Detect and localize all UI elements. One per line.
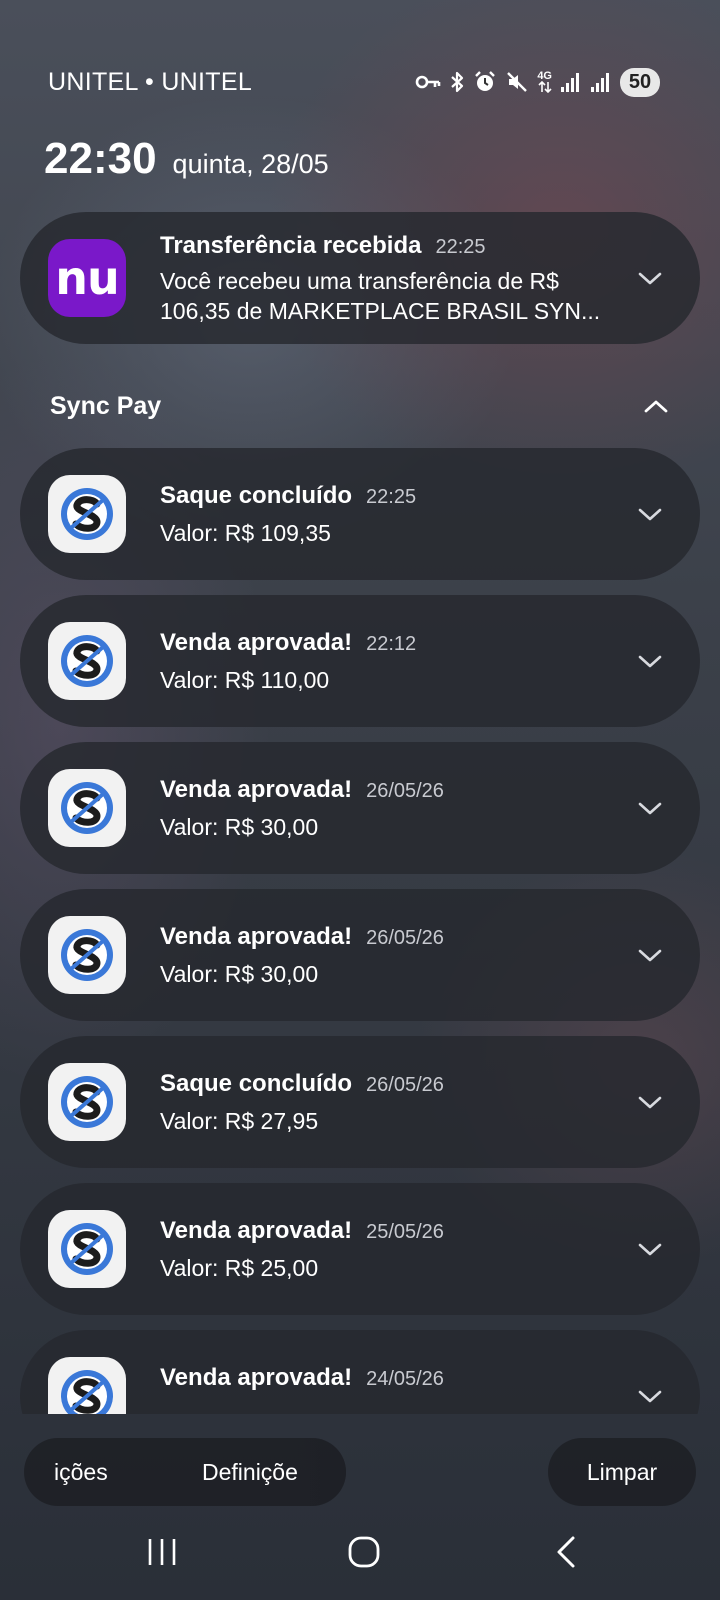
notification-title: Venda aprovada! bbox=[160, 629, 353, 656]
clock-date: quinta, 28/05 bbox=[172, 149, 329, 179]
notification-sync-pay[interactable]: Venda aprovada! 24/05/26 bbox=[20, 1330, 700, 1414]
navigation-bar bbox=[0, 1532, 720, 1572]
lockscreen-clock: 22:30 quinta, 28/05 bbox=[44, 134, 329, 184]
notification-time: 22:25 bbox=[435, 236, 486, 258]
clear-button[interactable]: Limpar bbox=[548, 1438, 696, 1506]
settings-button[interactable]: Definiçõe bbox=[202, 1459, 298, 1486]
notification-sync-pay[interactable]: Venda aprovada! 26/05/26 Valor: R$ 30,00 bbox=[20, 742, 700, 874]
notification-time: 22:25 bbox=[366, 486, 417, 508]
notification-body: Valor: R$ 30,00 bbox=[160, 814, 319, 840]
bottom-actions: ições Definiçõe Limpar bbox=[24, 1438, 696, 1506]
alarm-icon bbox=[473, 70, 497, 94]
settings-pill: ições Definiçõe bbox=[24, 1438, 346, 1506]
group-title: Sync Pay bbox=[50, 392, 162, 420]
back-icon bbox=[557, 1536, 575, 1568]
notification-sync-pay[interactable]: Saque concluído 22:25 Valor: R$ 109,35 bbox=[20, 448, 700, 580]
notification-time: 22:12 bbox=[366, 633, 417, 655]
notification-title: Venda aprovada! bbox=[160, 1217, 353, 1244]
notification-body: Valor: R$ 109,35 bbox=[160, 520, 331, 546]
sync-pay-logo-icon bbox=[61, 1370, 113, 1414]
notification-title: Transferência recebida bbox=[160, 232, 422, 259]
notification-sync-pay[interactable]: Saque concluído 26/05/26 Valor: R$ 27,95 bbox=[20, 1036, 700, 1168]
notification-title: Venda aprovada! bbox=[160, 776, 353, 803]
network-type-icon: 4G bbox=[537, 71, 552, 93]
sync-pay-app-icon bbox=[48, 1210, 126, 1288]
notification-sync-pay[interactable]: Venda aprovada! 22:12 Valor: R$ 110,00 bbox=[20, 595, 700, 727]
sync-pay-logo-icon bbox=[61, 1076, 113, 1128]
signal-icon-2 bbox=[590, 71, 612, 93]
notification-nubank[interactable]: nu Transferência recebida 22:25 Você rec… bbox=[20, 212, 700, 344]
notification-body: Valor: R$ 27,95 bbox=[160, 1108, 319, 1134]
sync-pay-logo-icon bbox=[61, 782, 113, 834]
sync-pay-logo-icon bbox=[61, 1223, 113, 1275]
fade-overlay bbox=[296, 1438, 346, 1506]
notification-title: Venda aprovada! bbox=[160, 923, 353, 950]
sync-pay-logo-icon bbox=[61, 929, 113, 981]
notification-body: Valor: R$ 30,00 bbox=[160, 961, 319, 987]
notification-body-line: 106,35 de MARKETPLACE BRASIL SYN... bbox=[160, 298, 601, 324]
sync-pay-app-icon bbox=[48, 916, 126, 994]
sync-pay-app-icon bbox=[48, 1063, 126, 1141]
notification-body: Valor: R$ 110,00 bbox=[160, 667, 330, 693]
recent-apps-button[interactable] bbox=[132, 1532, 192, 1572]
notification-group-header[interactable]: Sync Pay bbox=[50, 392, 670, 421]
notification-title: Saque concluído bbox=[160, 1070, 353, 1097]
notification-time: 26/05/26 bbox=[366, 1074, 444, 1096]
sync-pay-logo-icon bbox=[61, 635, 113, 687]
chevron-down-icon[interactable] bbox=[636, 1384, 664, 1408]
notification-time: 25/05/26 bbox=[366, 1221, 444, 1243]
back-button[interactable] bbox=[536, 1532, 596, 1572]
sync-pay-logo-icon bbox=[61, 488, 113, 540]
notification-time: 24/05/26 bbox=[366, 1368, 444, 1390]
home-button[interactable] bbox=[334, 1532, 394, 1572]
chevron-down-icon[interactable] bbox=[636, 796, 664, 820]
notification-sync-pay[interactable]: Venda aprovada! 26/05/26 Valor: R$ 30,00 bbox=[20, 889, 700, 1021]
notification-title: Venda aprovada! bbox=[160, 1364, 353, 1391]
battery-indicator: 50 bbox=[620, 67, 660, 97]
bluetooth-icon bbox=[449, 70, 465, 94]
notification-list[interactable]: Saque concluído 22:25 Valor: R$ 109,35 Vend… bbox=[0, 440, 720, 1414]
nubank-app-icon: nu bbox=[48, 239, 126, 317]
sync-pay-app-icon bbox=[48, 1357, 126, 1414]
notification-body: Valor: R$ 25,00 bbox=[160, 1255, 319, 1281]
notification-time: 26/05/26 bbox=[366, 780, 444, 802]
chevron-down-icon[interactable] bbox=[636, 266, 664, 290]
chevron-down-icon[interactable] bbox=[636, 649, 664, 673]
sync-pay-app-icon bbox=[48, 475, 126, 553]
chevron-down-icon[interactable] bbox=[636, 502, 664, 526]
status-icons: 4G 50 bbox=[415, 67, 660, 97]
chevron-down-icon[interactable] bbox=[636, 1090, 664, 1114]
chevron-down-icon[interactable] bbox=[636, 1237, 664, 1261]
chevron-down-icon[interactable] bbox=[636, 943, 664, 967]
status-bar: UNITEL • UNITEL 4G 50 bbox=[48, 64, 660, 100]
notification-sync-pay[interactable]: Venda aprovada! 25/05/26 Valor: R$ 25,00 bbox=[20, 1183, 700, 1315]
home-icon bbox=[348, 1536, 380, 1568]
clock-time: 22:30 bbox=[44, 134, 157, 183]
carrier-name: UNITEL • UNITEL bbox=[48, 67, 253, 96]
signal-icon-1 bbox=[560, 71, 582, 93]
key-icon bbox=[415, 72, 441, 92]
notification-time: 26/05/26 bbox=[366, 927, 444, 949]
notification-body-line: Você recebeu uma transferência de R$ bbox=[160, 268, 559, 294]
chevron-up-icon[interactable] bbox=[642, 395, 670, 419]
recent-apps-icon bbox=[148, 1539, 176, 1565]
sync-pay-app-icon bbox=[48, 622, 126, 700]
notification-title: Saque concluído bbox=[160, 482, 353, 509]
sync-pay-app-icon bbox=[48, 769, 126, 847]
notification-settings-button[interactable]: ições bbox=[54, 1459, 108, 1486]
mute-icon bbox=[505, 70, 529, 94]
